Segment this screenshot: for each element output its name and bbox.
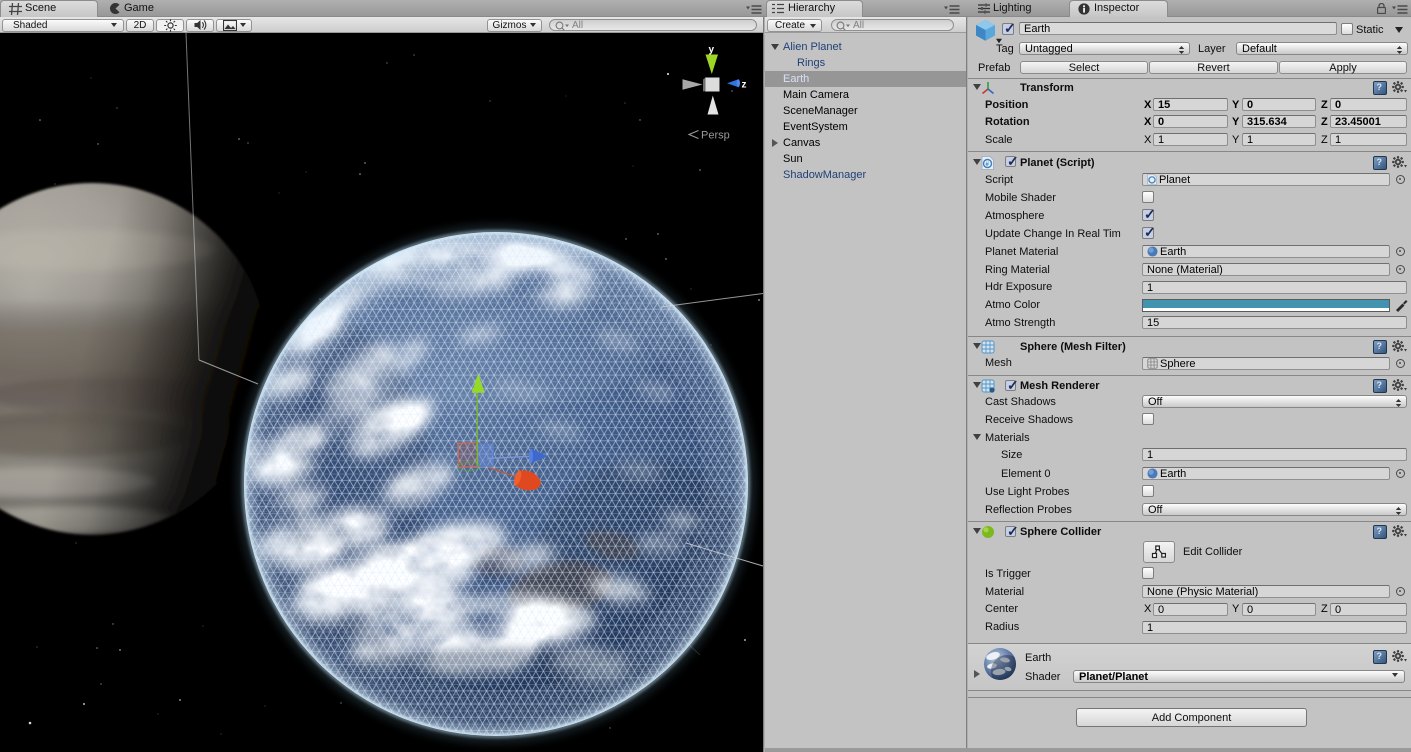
svg-text:y: y bbox=[709, 45, 715, 56]
svg-text:z: z bbox=[742, 80, 747, 91]
svg-text:Persp: Persp bbox=[701, 130, 730, 142]
